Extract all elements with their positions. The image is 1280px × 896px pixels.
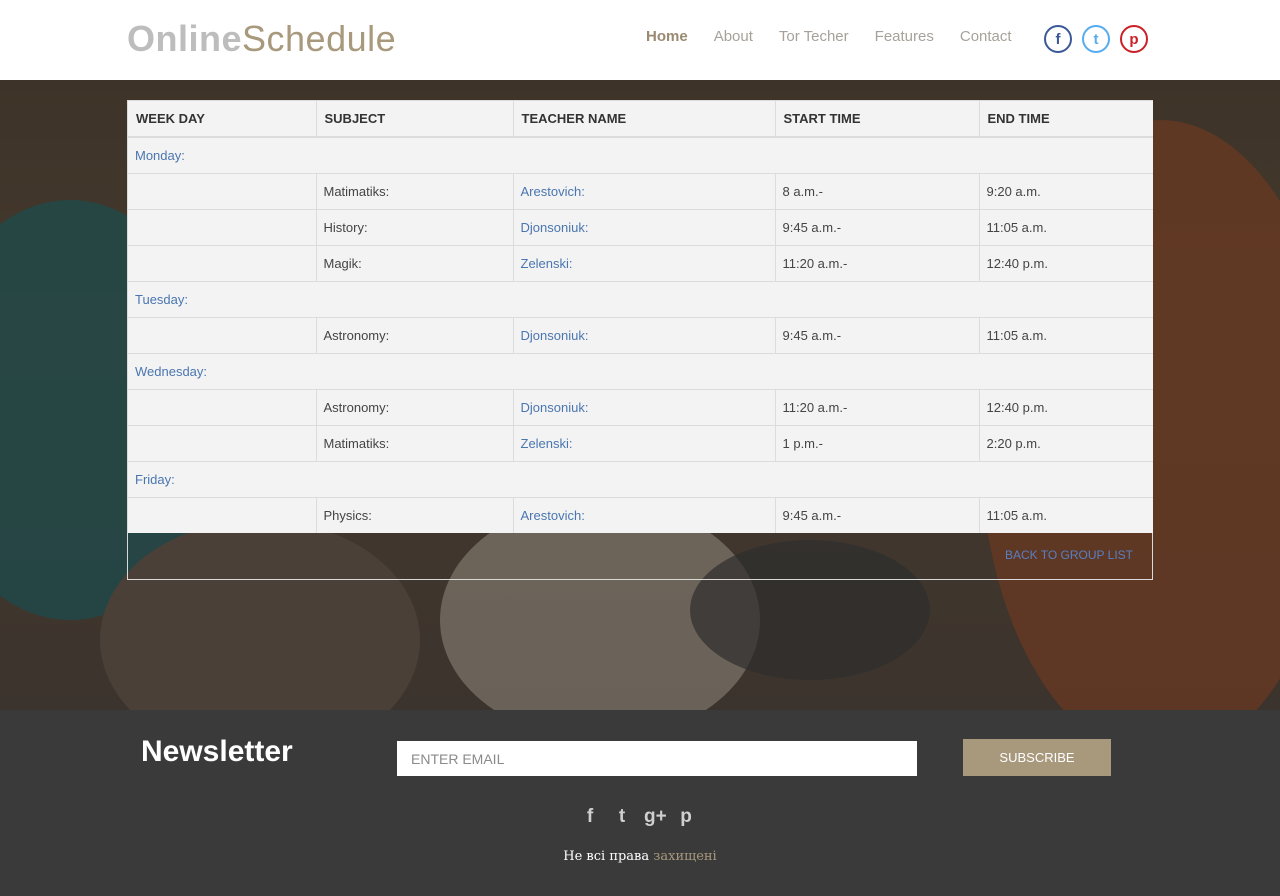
lesson-row: History: Djonsoniuk: 9:45 a.m.- 11:05 a.m.: [128, 208, 1153, 245]
start-time-cell: 9:45 a.m.-: [775, 316, 980, 353]
day-label[interactable]: Tuesday:: [128, 280, 1153, 317]
lesson-row: Magik: Zelenski: 11:20 a.m.- 12:40 p.m.: [128, 244, 1153, 281]
end-time-cell: 2:20 p.m.: [979, 424, 1153, 461]
nav-features[interactable]: Features: [875, 28, 934, 45]
teacher-cell[interactable]: Zelenski:: [513, 244, 776, 281]
teacher-cell[interactable]: Zelenski:: [513, 424, 776, 461]
site-logo[interactable]: OnlineSchedule: [127, 18, 396, 60]
subscribe-button[interactable]: SUBSCRIBE: [963, 739, 1111, 776]
schedule-table: WEEK DAY SUBJECT TEACHER NAME START TIME…: [128, 101, 1153, 533]
start-time-cell: 8 a.m.-: [775, 172, 980, 209]
nav-about[interactable]: About: [714, 28, 753, 45]
twitter-icon[interactable]: t: [612, 806, 632, 828]
subject-cell: Matimatiks:: [316, 424, 514, 461]
lesson-row: Astronomy: Djonsoniuk: 11:20 a.m.- 12:40 p.…: [128, 388, 1153, 425]
email-input[interactable]: [397, 741, 917, 776]
empty-cell: [128, 172, 317, 209]
day-label[interactable]: Wednesday:: [128, 352, 1153, 389]
schedule-panel: WEEK DAY SUBJECT TEACHER NAME START TIME…: [127, 100, 1153, 580]
nav-tor-techer[interactable]: Tor Techer: [779, 28, 849, 45]
twitter-icon[interactable]: t: [1082, 25, 1110, 53]
col-teacher-name: TEACHER NAME: [513, 101, 776, 138]
start-time-cell: 11:20 a.m.-: [775, 244, 980, 281]
google-plus-icon[interactable]: g+: [644, 806, 667, 828]
logo-part-online: Online: [127, 18, 243, 59]
site-header: OnlineSchedule Home About Tor Techer Featur…: [0, 0, 1280, 80]
subject-cell: Astronomy:: [316, 388, 514, 425]
back-to-group-list-link[interactable]: BACK TO GROUP LIST: [1005, 548, 1133, 562]
teacher-cell[interactable]: Djonsoniuk:: [513, 316, 776, 353]
nav-home[interactable]: Home: [646, 28, 688, 45]
day-row: Monday:: [128, 136, 1153, 173]
start-time-cell: 11:20 a.m.-: [775, 388, 980, 425]
subject-cell: History:: [316, 208, 514, 245]
empty-cell: [128, 244, 317, 281]
day-label[interactable]: Monday:: [128, 136, 1153, 173]
col-week-day: WEEK DAY: [128, 101, 317, 138]
subject-cell: Magik:: [316, 244, 514, 281]
end-time-cell: 9:20 a.m.: [979, 172, 1153, 209]
copyright-highlight: захищені: [653, 849, 717, 864]
end-time-cell: 12:40 p.m.: [979, 244, 1153, 281]
copyright-text: Не всі права: [563, 849, 650, 864]
end-time-cell: 11:05 a.m.: [979, 316, 1153, 353]
table-header-row: WEEK DAY SUBJECT TEACHER NAME START TIME…: [128, 101, 1153, 138]
empty-cell: [128, 424, 317, 461]
day-row: Tuesday:: [128, 280, 1153, 317]
lesson-row: Matimatiks: Arestovich: 8 a.m.- 9:20 a.m.: [128, 172, 1153, 209]
start-time-cell: 9:45 a.m.-: [775, 496, 980, 533]
subject-cell: Physics:: [316, 496, 514, 533]
day-row: Friday:: [128, 460, 1153, 497]
empty-cell: [128, 388, 317, 425]
teacher-cell[interactable]: Djonsoniuk:: [513, 208, 776, 245]
day-label[interactable]: Friday:: [128, 460, 1153, 497]
teacher-cell[interactable]: Arestovich:: [513, 496, 776, 533]
empty-cell: [128, 208, 317, 245]
col-end-time: END TIME: [979, 101, 1153, 138]
end-time-cell: 11:05 a.m.: [979, 496, 1153, 533]
end-time-cell: 12:40 p.m.: [979, 388, 1153, 425]
subject-cell: Matimatiks:: [316, 172, 514, 209]
col-start-time: START TIME: [775, 101, 980, 138]
main-nav: Home About Tor Techer Features Contact: [646, 28, 1038, 45]
site-footer: Newsletter SUBSCRIBE ft g+ p Не всі права …: [0, 710, 1280, 896]
lesson-row: Physics: Arestovich: 9:45 a.m.- 11:05 a.m.: [128, 496, 1153, 533]
subject-cell: Astronomy:: [316, 316, 514, 353]
pinterest-icon[interactable]: p: [676, 806, 696, 828]
teacher-cell[interactable]: Arestovich:: [513, 172, 776, 209]
empty-cell: [128, 496, 317, 533]
teacher-cell[interactable]: Djonsoniuk:: [513, 388, 776, 425]
header-social-links: ftp: [1044, 25, 1148, 53]
lesson-row: Astronomy: Djonsoniuk: 9:45 a.m.- 11:05 a.m…: [128, 316, 1153, 353]
copyright: Не всі права захищені: [0, 849, 1280, 864]
empty-cell: [128, 316, 317, 353]
facebook-icon[interactable]: f: [580, 806, 600, 828]
col-subject: SUBJECT: [316, 101, 514, 138]
pinterest-icon[interactable]: p: [1120, 25, 1148, 53]
lesson-row: Matimatiks: Zelenski: 1 p.m.- 2:20 p.m.: [128, 424, 1153, 461]
logo-part-schedule: Schedule: [242, 18, 397, 59]
start-time-cell: 1 p.m.-: [775, 424, 980, 461]
footer-social-links: f t g+ p: [580, 806, 696, 828]
end-time-cell: 11:05 a.m.: [979, 208, 1153, 245]
day-row: Wednesday:: [128, 352, 1153, 389]
start-time-cell: 9:45 a.m.-: [775, 208, 980, 245]
facebook-icon[interactable]: f: [1044, 25, 1072, 53]
nav-contact[interactable]: Contact: [960, 28, 1012, 45]
newsletter-title: Newsletter: [141, 735, 293, 768]
